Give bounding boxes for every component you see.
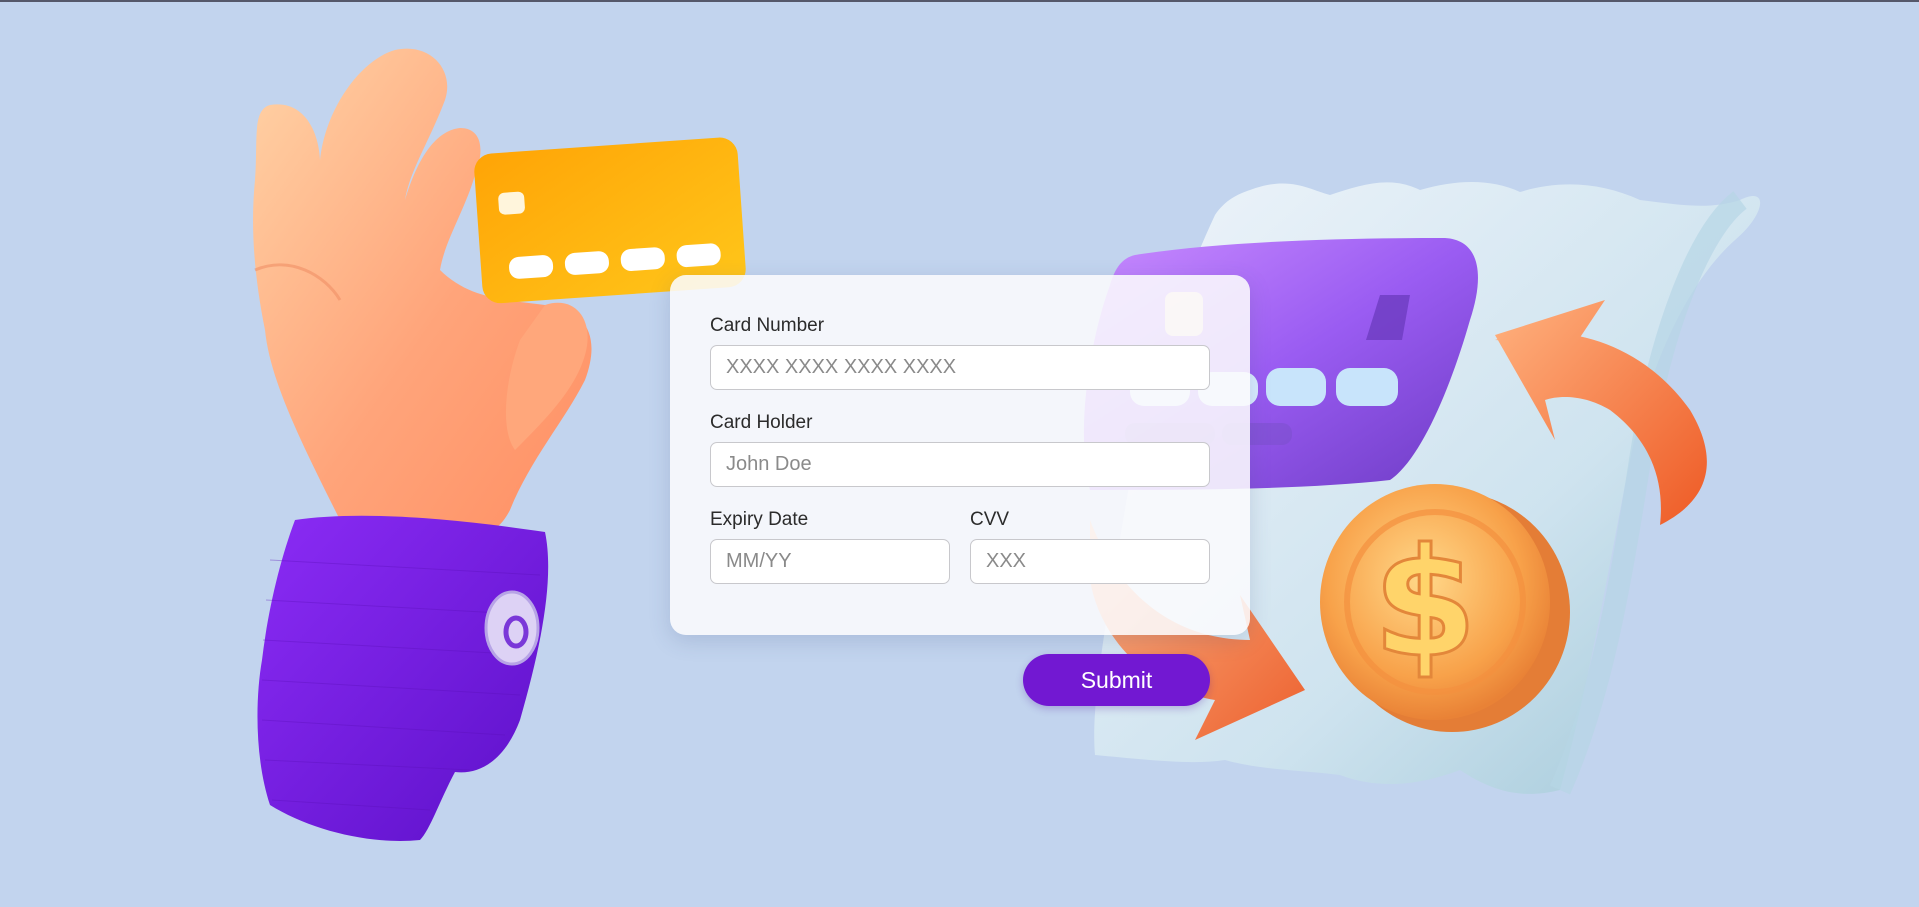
cvv-label: CVV [970, 509, 1010, 530]
expiry-date-input[interactable] [710, 539, 950, 584]
expiry-cvv-row: Expiry Date CVV [710, 509, 1210, 584]
card-number-label: Card Number [710, 315, 825, 336]
card-holder-label: Card Holder [710, 412, 813, 433]
cuff-button-icon [484, 590, 540, 666]
card-number-group: Card Number [710, 315, 1210, 390]
svg-text:$: $ [1373, 517, 1477, 691]
card-holder-group: Card Holder [710, 412, 1210, 487]
cvv-group: CVV [970, 509, 1210, 584]
expiry-group: Expiry Date [710, 509, 950, 584]
card-holder-input[interactable] [710, 442, 1210, 487]
sleeve-icon [257, 515, 549, 841]
card-number-input[interactable] [710, 345, 1210, 390]
submit-button[interactable]: Submit [1023, 654, 1210, 706]
cvv-input[interactable] [970, 539, 1210, 584]
expiry-date-label: Expiry Date [710, 509, 809, 530]
payment-form: Card Number Card Holder Expiry Date CVV [670, 275, 1250, 635]
